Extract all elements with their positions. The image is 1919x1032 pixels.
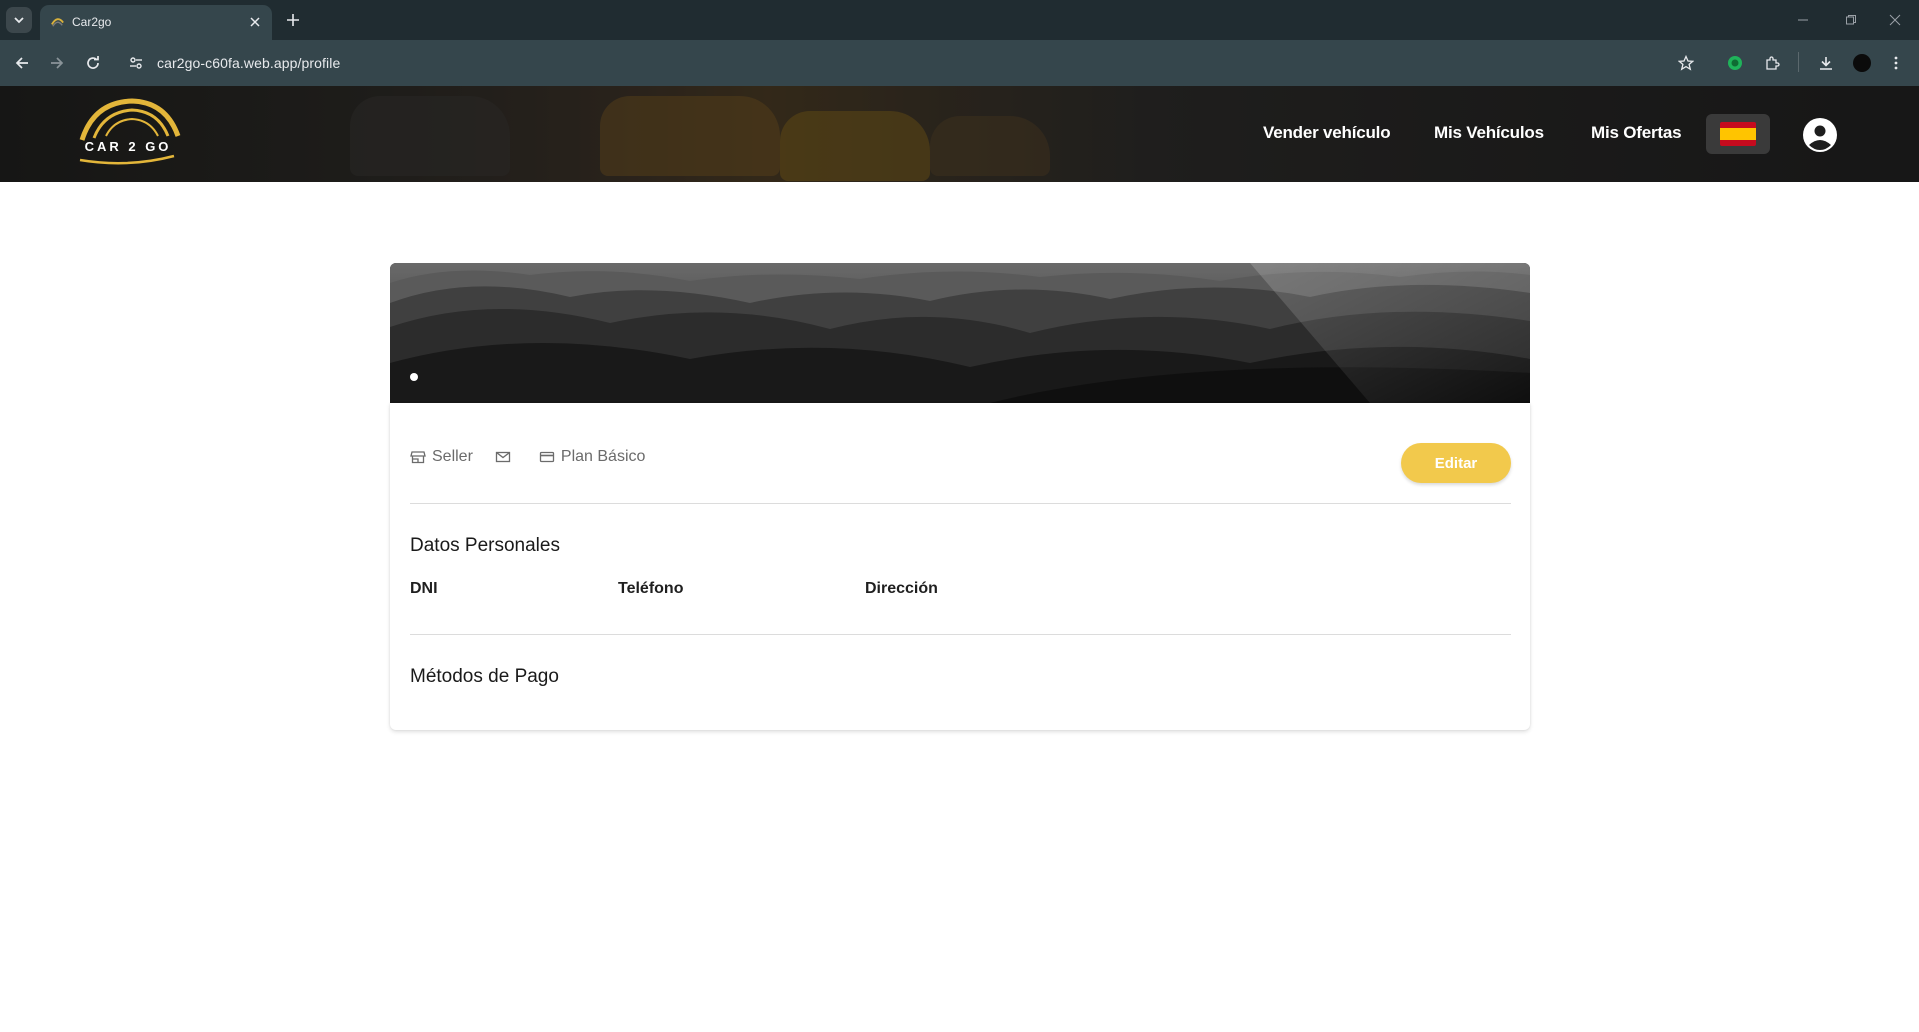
tune-icon [130, 57, 142, 69]
address-bar[interactable]: car2go-c60fa.web.app/profile [157, 55, 340, 71]
site-header: CAR 2 GO Vender vehículo Mis Vehículos M… [0, 86, 1919, 182]
plus-icon [287, 14, 299, 26]
credit-card-icon [539, 451, 555, 463]
close-window-button[interactable] [1884, 10, 1906, 30]
browser-tab-bar: Car2go [0, 0, 1919, 40]
tab-search-button[interactable] [6, 7, 32, 33]
profile-info-row: Seller Plan Básico [410, 448, 667, 466]
browser-menu-button[interactable] [1884, 51, 1908, 75]
avatar-icon [1853, 54, 1871, 72]
nav-my-offers[interactable]: Mis Ofertas [1591, 123, 1682, 143]
arrow-left-icon [15, 57, 28, 69]
section-divider [410, 634, 1511, 635]
downloads-button[interactable] [1814, 51, 1838, 75]
more-vertical-icon [1894, 56, 1898, 70]
email-item [495, 449, 517, 465]
tab-title: Car2go [72, 15, 112, 29]
nav-sell-vehicle[interactable]: Vender vehículo [1263, 123, 1391, 143]
mountains-banner-image [390, 263, 1530, 403]
close-icon [1889, 14, 1901, 26]
minimize-button[interactable] [1792, 10, 1814, 30]
forward-button[interactable] [45, 51, 69, 75]
dni-label: DNI [410, 580, 438, 597]
store-icon [410, 451, 426, 464]
arrow-right-icon [51, 57, 64, 69]
extensions-menu-button[interactable] [1760, 51, 1784, 75]
address-label: Dirección [865, 580, 938, 597]
new-tab-button[interactable] [282, 9, 304, 31]
profile-banner [390, 263, 1530, 403]
tab-close-button[interactable] [246, 13, 264, 31]
profile-avatar-button[interactable] [1850, 51, 1874, 75]
phone-label: Teléfono [618, 580, 684, 597]
extension-shield-icon [1728, 56, 1742, 70]
car2go-favicon-icon [51, 18, 64, 27]
minimize-icon [1798, 19, 1808, 21]
plan-item: Plan Básico [539, 448, 646, 466]
bookmark-button[interactable] [1674, 51, 1698, 75]
star-icon [1678, 55, 1694, 71]
spain-flag-icon [1720, 122, 1756, 146]
personal-data-title: Datos Personales [410, 535, 560, 556]
role-item: Seller [410, 448, 473, 466]
restore-icon [1846, 15, 1856, 25]
logo-text: CAR 2 GO [85, 139, 172, 154]
plan-text: Plan Básico [560, 448, 646, 465]
browser-tab-active[interactable]: Car2go [40, 5, 272, 40]
reload-button[interactable] [81, 51, 105, 75]
site-logo[interactable]: CAR 2 GO [74, 96, 182, 172]
puzzle-icon [1766, 56, 1780, 70]
download-icon [1820, 57, 1832, 70]
extension-button[interactable] [1723, 51, 1747, 75]
car2go-logo-icon: CAR 2 GO [79, 98, 181, 165]
mail-icon [495, 451, 511, 463]
back-button[interactable] [10, 51, 34, 75]
payment-methods-title: Métodos de Pago [410, 666, 559, 687]
browser-toolbar: car2go-c60fa.web.app/profile [0, 40, 1919, 86]
language-selector[interactable] [1706, 114, 1770, 154]
profile-card: Seller Plan Básico Editar Datos Personal… [390, 403, 1530, 730]
reload-icon [87, 56, 99, 69]
site-info-button[interactable] [124, 51, 148, 75]
chevron-down-icon [14, 17, 24, 24]
edit-profile-button[interactable]: Editar [1401, 443, 1511, 483]
restore-button[interactable] [1840, 10, 1862, 30]
carousel-indicator-dot[interactable] [410, 373, 418, 381]
role-text: Seller [432, 448, 473, 465]
account-circle-icon[interactable] [1802, 117, 1838, 153]
close-icon [250, 17, 260, 27]
toolbar-separator [1798, 52, 1799, 72]
nav-my-vehicles[interactable]: Mis Vehículos [1434, 123, 1544, 143]
section-divider [410, 503, 1511, 504]
